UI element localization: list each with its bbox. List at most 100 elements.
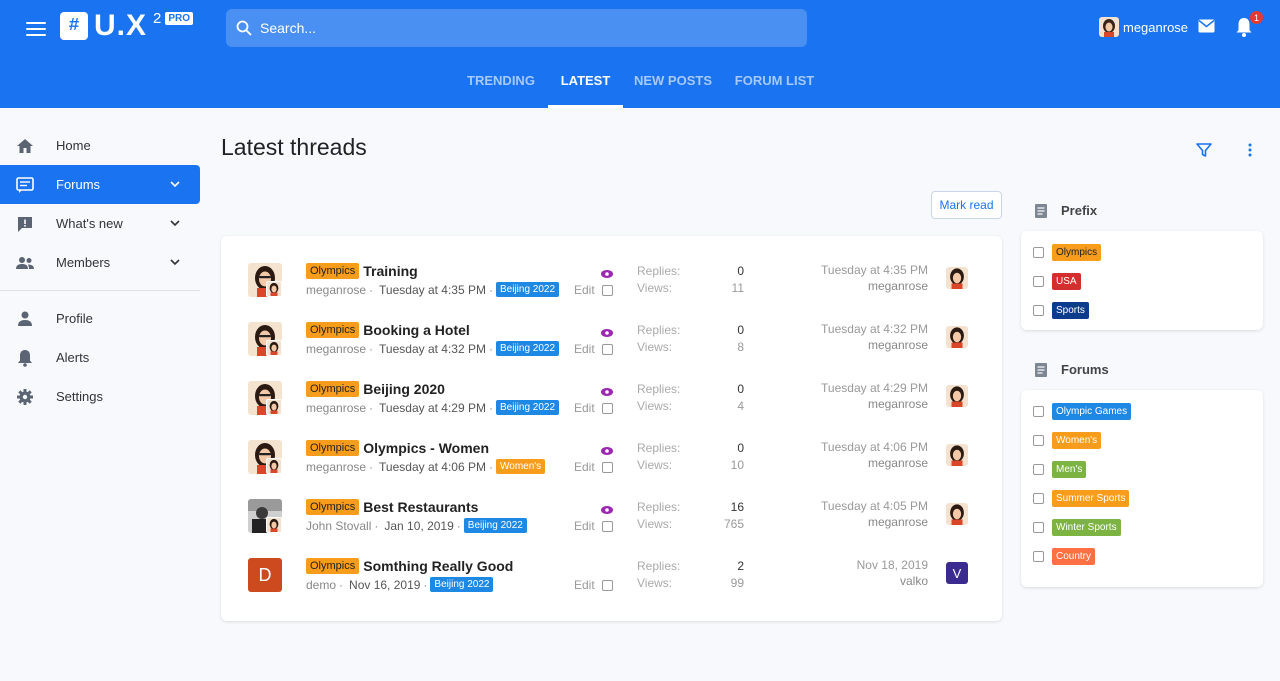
edit-control[interactable]: Edit <box>574 519 613 533</box>
chevron-down-icon[interactable] <box>170 180 180 188</box>
prefix-badge[interactable]: Olympics <box>306 322 360 338</box>
filter-option[interactable]: Men's <box>1033 461 1087 478</box>
chevron-down-icon[interactable] <box>170 219 180 227</box>
thread-title-link[interactable]: Beijing 2020 <box>363 381 445 397</box>
sidebar-item-alerts[interactable]: Alerts <box>0 338 200 377</box>
last-post-date[interactable]: Tuesday at 4:32 PM <box>821 322 928 336</box>
tab-forum-list[interactable]: FORUM LIST <box>730 60 819 108</box>
watched-icon[interactable] <box>601 443 613 455</box>
tab-latest[interactable]: LATEST <box>548 60 623 108</box>
search-bar[interactable] <box>226 9 807 47</box>
thread-author[interactable]: meganrose <box>306 342 366 356</box>
last-post-user[interactable]: valko <box>900 574 928 588</box>
thread-row[interactable]: Olympics Beijing 2020 meganrose · Tuesda… <box>221 373 1002 432</box>
select-checkbox[interactable] <box>601 579 613 591</box>
thread-date[interactable]: Tuesday at 4:06 PM <box>379 460 486 474</box>
watched-icon[interactable] <box>601 266 613 278</box>
select-checkbox[interactable] <box>601 284 613 296</box>
filter-option[interactable]: Winter Sports <box>1033 519 1121 536</box>
filter-option-label[interactable]: Women's <box>1052 432 1102 449</box>
thread-author-avatar[interactable] <box>248 440 282 474</box>
edit-label[interactable]: Edit <box>574 283 595 297</box>
thread-row[interactable]: Olympics Olympics - Women meganrose · Tu… <box>221 432 1002 491</box>
menu-icon[interactable] <box>26 18 46 38</box>
filter-checkbox[interactable] <box>1033 305 1044 316</box>
last-post-user[interactable]: meganrose <box>868 456 928 470</box>
filter-option[interactable]: Olympic Games <box>1033 403 1132 420</box>
tab-trending[interactable]: TRENDING <box>462 60 540 108</box>
watched-icon[interactable] <box>601 325 613 337</box>
mark-read-button[interactable]: Mark read <box>931 191 1002 219</box>
last-post-user[interactable]: meganrose <box>868 338 928 352</box>
filter-option-label[interactable]: Olympic Games <box>1052 403 1132 420</box>
sidebar-item-members[interactable]: Members <box>0 243 200 282</box>
last-post-date[interactable]: Nov 18, 2019 <box>857 558 928 572</box>
search-input[interactable] <box>260 20 760 36</box>
filter-option[interactable]: Summer Sports <box>1033 490 1130 507</box>
edit-label[interactable]: Edit <box>574 519 595 533</box>
thread-title-link[interactable]: Training <box>363 263 417 279</box>
thread-title-link[interactable]: Booking a Hotel <box>363 322 470 338</box>
edit-label[interactable]: Edit <box>574 401 595 415</box>
last-post-date[interactable]: Tuesday at 4:29 PM <box>821 381 928 395</box>
thread-tag[interactable]: Women's <box>496 459 546 474</box>
filter-option[interactable]: Country <box>1033 548 1096 565</box>
select-checkbox[interactable] <box>601 520 613 532</box>
last-post-date[interactable]: Tuesday at 4:35 PM <box>821 263 928 277</box>
select-checkbox[interactable] <box>601 402 613 414</box>
thread-date[interactable]: Tuesday at 4:32 PM <box>379 342 486 356</box>
filter-checkbox[interactable] <box>1033 276 1044 287</box>
filter-checkbox[interactable] <box>1033 493 1044 504</box>
filter-option-label[interactable]: Olympics <box>1052 244 1102 261</box>
edit-control[interactable]: Edit <box>574 401 613 415</box>
edit-control[interactable]: Edit <box>574 342 613 356</box>
prefix-badge[interactable]: Olympics <box>306 440 360 456</box>
prefix-badge[interactable]: Olympics <box>306 558 360 574</box>
edit-label[interactable]: Edit <box>574 578 595 592</box>
edit-control[interactable]: Edit <box>574 460 613 474</box>
last-post-user[interactable]: meganrose <box>868 279 928 293</box>
filter-option[interactable]: Women's <box>1033 432 1102 449</box>
thread-title-link[interactable]: Olympics - Women <box>363 440 489 456</box>
last-poster-avatar[interactable] <box>946 326 968 348</box>
watched-icon[interactable] <box>601 502 613 514</box>
user-menu[interactable]: meganrose <box>1099 17 1188 37</box>
filter-checkbox[interactable] <box>1033 406 1044 417</box>
filter-checkbox[interactable] <box>1033 435 1044 446</box>
thread-tag[interactable]: Beijing 2022 <box>430 577 494 592</box>
sidebar-item-whats-new[interactable]: What's new <box>0 204 200 243</box>
filter-checkbox[interactable] <box>1033 522 1044 533</box>
filter-checkbox[interactable] <box>1033 247 1044 258</box>
filter-option[interactable]: Sports <box>1033 302 1089 319</box>
last-post-date[interactable]: Tuesday at 4:06 PM <box>821 440 928 454</box>
thread-author[interactable]: meganrose <box>306 460 366 474</box>
tab-new-posts[interactable]: NEW POSTS <box>630 60 716 108</box>
thread-title-link[interactable]: Best Restaurants <box>363 499 478 515</box>
last-poster-avatar[interactable] <box>946 503 968 525</box>
chevron-down-icon[interactable] <box>170 258 180 266</box>
thread-tag[interactable]: Beijing 2022 <box>496 282 560 297</box>
last-poster-avatar[interactable]: V <box>946 562 968 584</box>
thread-author[interactable]: meganrose <box>306 283 366 297</box>
sidebar-item-profile[interactable]: Profile <box>0 299 200 338</box>
filter-checkbox[interactable] <box>1033 464 1044 475</box>
watched-icon[interactable] <box>601 384 613 396</box>
filter-checkbox[interactable] <box>1033 551 1044 562</box>
select-checkbox[interactable] <box>601 343 613 355</box>
thread-row[interactable]: D Olympics Somthing Really Good demo · N… <box>221 550 1002 609</box>
thread-author[interactable]: demo <box>306 578 336 592</box>
filter-option[interactable]: Olympics <box>1033 244 1102 261</box>
edit-label[interactable]: Edit <box>574 342 595 356</box>
mail-icon[interactable] <box>1198 19 1215 33</box>
thread-tag[interactable]: Beijing 2022 <box>496 400 560 415</box>
filter-option[interactable]: USA <box>1033 273 1081 290</box>
edit-label[interactable]: Edit <box>574 460 595 474</box>
last-poster-avatar[interactable] <box>946 385 968 407</box>
last-poster-avatar[interactable] <box>946 267 968 289</box>
thread-date[interactable]: Tuesday at 4:35 PM <box>379 283 486 297</box>
thread-date[interactable]: Jan 10, 2019 <box>384 519 453 533</box>
last-poster-avatar[interactable] <box>946 444 968 466</box>
prefix-badge[interactable]: Olympics <box>306 263 360 279</box>
last-post-user[interactable]: meganrose <box>868 397 928 411</box>
thread-author-avatar[interactable]: D <box>248 558 282 592</box>
